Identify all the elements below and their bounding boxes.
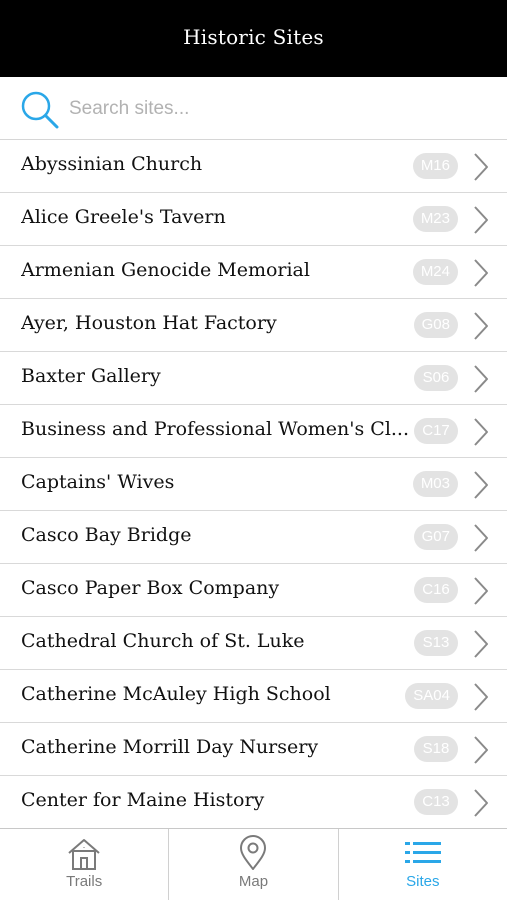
chevron-right-icon [474,524,488,552]
chevron-right-icon [474,259,488,287]
tab-label: Sites [406,873,440,890]
tab-trails[interactable]: Trails [0,829,170,900]
site-code-badge: C13 [414,789,458,815]
tab-label: Trails [66,873,103,890]
chevron-right-icon [474,471,488,499]
chevron-right-icon [474,312,488,340]
site-name: Captains' Wives [21,471,175,493]
site-code-badge: C17 [414,418,458,444]
chevron-right-icon [474,683,488,711]
site-row[interactable]: Cathedral Church of St. Luke S13 [0,617,507,670]
site-code-badge: C16 [414,577,458,603]
chevron-right-icon [474,736,488,764]
chevron-right-icon [474,577,488,605]
chevron-right-icon [474,630,488,658]
site-name: Alice Greele's Tavern [21,206,226,228]
site-name: Abyssinian Church [21,153,203,175]
chevron-right-icon [474,789,488,817]
site-name: Armenian Genocide Memorial [21,259,310,281]
tab-bar: Trails Map Sites [0,828,507,900]
site-row[interactable]: Catherine McAuley High School SA04 [0,670,507,723]
site-list: Abyssinian Church M16 Alice Greele's Taver… [0,140,507,829]
site-name: Cathedral Church of St. Luke [21,630,305,652]
house-icon [68,839,100,870]
site-row[interactable]: Center for Maine History C13 [0,776,507,829]
site-row[interactable]: Abyssinian Church M16 [0,140,507,193]
site-code-badge: S13 [414,630,458,656]
page-title: Historic Sites [183,24,324,49]
site-name: Casco Paper Box Company [21,577,280,599]
site-name: Baxter Gallery [21,365,161,387]
site-code-badge: G07 [413,524,458,550]
site-code-badge: M23 [412,206,458,232]
tab-label: Map [238,873,269,890]
site-row[interactable]: Casco Paper Box Company C16 [0,564,507,617]
site-name: Ayer, Houston Hat Factory [21,312,277,334]
search-icon [21,91,59,129]
site-code-badge: G08 [413,312,458,338]
site-row[interactable]: Ayer, Houston Hat Factory G08 [0,299,507,352]
site-code-badge: SA04 [405,683,458,709]
site-row[interactable]: Baxter Gallery S06 [0,352,507,405]
site-name: Catherine McAuley High School [21,683,331,705]
site-name: Center for Maine History [21,789,265,811]
site-row[interactable]: Captains' Wives M03 [0,458,507,511]
nav-header: Historic Sites [0,0,507,77]
chevron-right-icon [474,206,488,234]
site-name: Catherine Morrill Day Nursery [21,736,319,758]
chevron-right-icon [474,153,488,181]
site-code-badge: S18 [414,736,458,762]
tab-sites[interactable]: Sites [339,829,507,900]
site-row[interactable]: Catherine Morrill Day Nursery S18 [0,723,507,776]
site-code-badge: M03 [412,471,458,497]
map-pin-icon [240,835,267,870]
search-bar [0,77,507,140]
site-row[interactable]: Casco Bay Bridge G07 [0,511,507,564]
search-input[interactable] [69,95,489,123]
site-code-badge: S06 [414,365,458,391]
chevron-right-icon [474,365,488,393]
site-name: Business and Professional Women's Cl... [21,418,410,440]
site-row[interactable]: Armenian Genocide Memorial M24 [0,246,507,299]
site-code-badge: M24 [412,259,458,285]
site-row[interactable]: Business and Professional Women's Cl... C… [0,405,507,458]
tab-map[interactable]: Map [169,829,339,900]
chevron-right-icon [474,418,488,446]
list-icon [404,842,441,863]
site-code-badge: M16 [412,153,458,179]
site-name: Casco Bay Bridge [21,524,192,546]
site-row[interactable]: Alice Greele's Tavern M23 [0,193,507,246]
